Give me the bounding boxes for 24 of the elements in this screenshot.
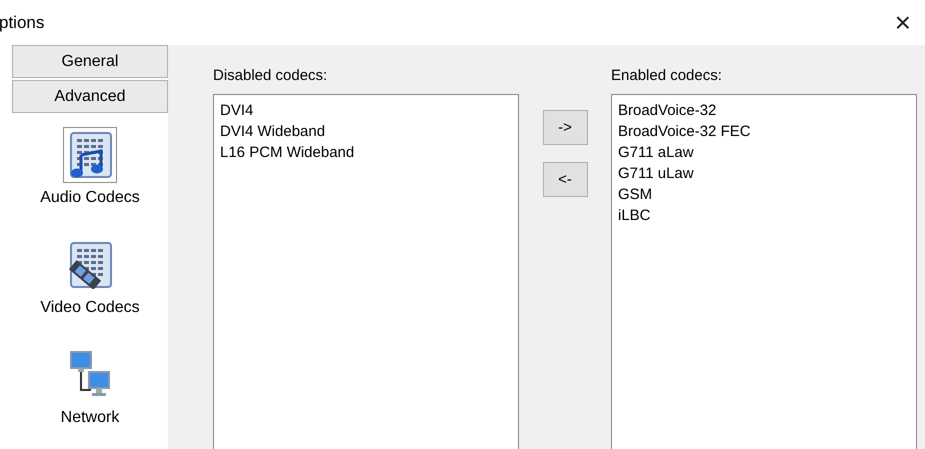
- close-button[interactable]: ×: [890, 8, 915, 36]
- move-button[interactable]: ->: [542, 110, 588, 145]
- page-label[interactable]: Video Codecs: [40, 298, 140, 317]
- film-sheet-icon: [67, 240, 113, 289]
- list-item[interactable]: DVI4 Wideband: [220, 121, 512, 142]
- list-item[interactable]: L16 PCM Wideband: [220, 142, 512, 163]
- list-item[interactable]: G711 aLaw: [618, 142, 910, 163]
- category-tab[interactable]: Advanced: [12, 80, 168, 114]
- page-label[interactable]: Network: [60, 408, 120, 427]
- music-sheet-icon: [67, 130, 113, 179]
- category-tab[interactable]: General: [12, 45, 168, 78]
- list-item[interactable]: BroadVoice-32 FEC: [618, 121, 910, 142]
- list-item[interactable]: BroadVoice-32: [618, 100, 910, 121]
- list-label: Enabled codecs:: [611, 67, 723, 84]
- window-title: ptions: [0, 12, 44, 32]
- move-button[interactable]: <-: [542, 162, 588, 197]
- enabled-codecs-list[interactable]: BroadVoice-32 BroadVoice-32 FEC G711 aLaw G711 uLaw GSM iLBC: [611, 94, 917, 449]
- list-item[interactable]: G711 uLaw: [618, 163, 910, 184]
- list-item[interactable]: iLBC: [618, 205, 910, 226]
- list-item[interactable]: DVI4: [220, 100, 512, 121]
- list-item[interactable]: GSM: [618, 184, 910, 205]
- list-label: Disabled codecs:: [213, 67, 328, 84]
- page-label[interactable]: Audio Codecs: [40, 188, 140, 207]
- page-icon-frame[interactable]: [63, 126, 117, 183]
